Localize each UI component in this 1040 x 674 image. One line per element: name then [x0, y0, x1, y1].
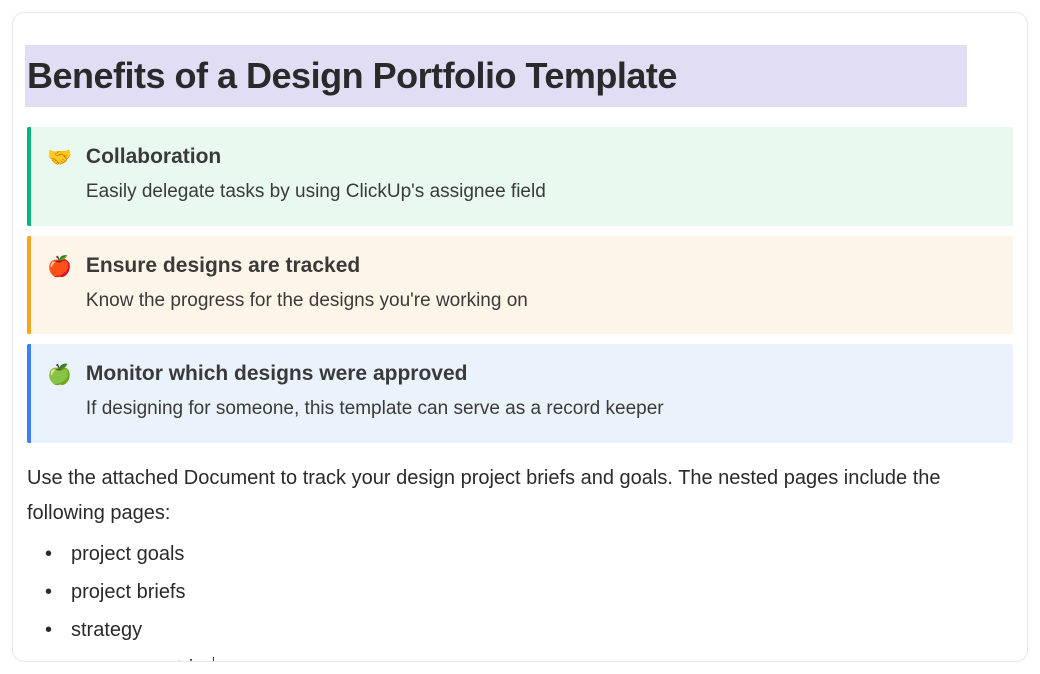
red-apple-icon: 🍎 [47, 254, 72, 279]
list-item[interactable]: project goals [43, 535, 1013, 573]
callout-body: If designing for someone, this template … [86, 396, 993, 423]
body-paragraph[interactable]: Use the attached Document to track your … [27, 461, 1013, 531]
callout-tracked[interactable]: 🍎 Ensure designs are tracked Know the pr… [27, 236, 1013, 335]
callout-body: Easily delegate tasks by using ClickUp's… [86, 179, 993, 206]
callout-title: Collaboration [86, 145, 993, 169]
green-apple-icon: 🍏 [47, 362, 72, 387]
callout-content: Monitor which designs were approved If d… [86, 362, 993, 423]
callout-title: Monitor which designs were approved [86, 362, 993, 386]
page-title[interactable]: Benefits of a Design Portfolio Template [25, 45, 967, 107]
callout-content: Collaboration Easily delegate tasks by u… [86, 145, 993, 206]
content-wrapper: Benefits of a Design Portfolio Template … [13, 45, 1027, 662]
list-item[interactable]: strategy [43, 611, 1013, 649]
callout-collaboration[interactable]: 🤝 Collaboration Easily delegate tasks by… [27, 127, 1013, 226]
handshake-icon: 🤝 [47, 145, 72, 170]
document-container: Benefits of a Design Portfolio Template … [12, 12, 1028, 662]
bullet-list[interactable]: project goals project briefs strategy su… [43, 535, 1013, 662]
list-item[interactable]: success metrics [43, 649, 1013, 662]
callout-content: Ensure designs are tracked Know the prog… [86, 254, 993, 315]
list-item-text: success metrics [71, 657, 214, 662]
callout-title: Ensure designs are tracked [86, 254, 993, 278]
callout-body: Know the progress for the designs you're… [86, 288, 993, 315]
list-item[interactable]: project briefs [43, 573, 1013, 611]
callout-approved[interactable]: 🍏 Monitor which designs were approved If… [27, 344, 1013, 443]
